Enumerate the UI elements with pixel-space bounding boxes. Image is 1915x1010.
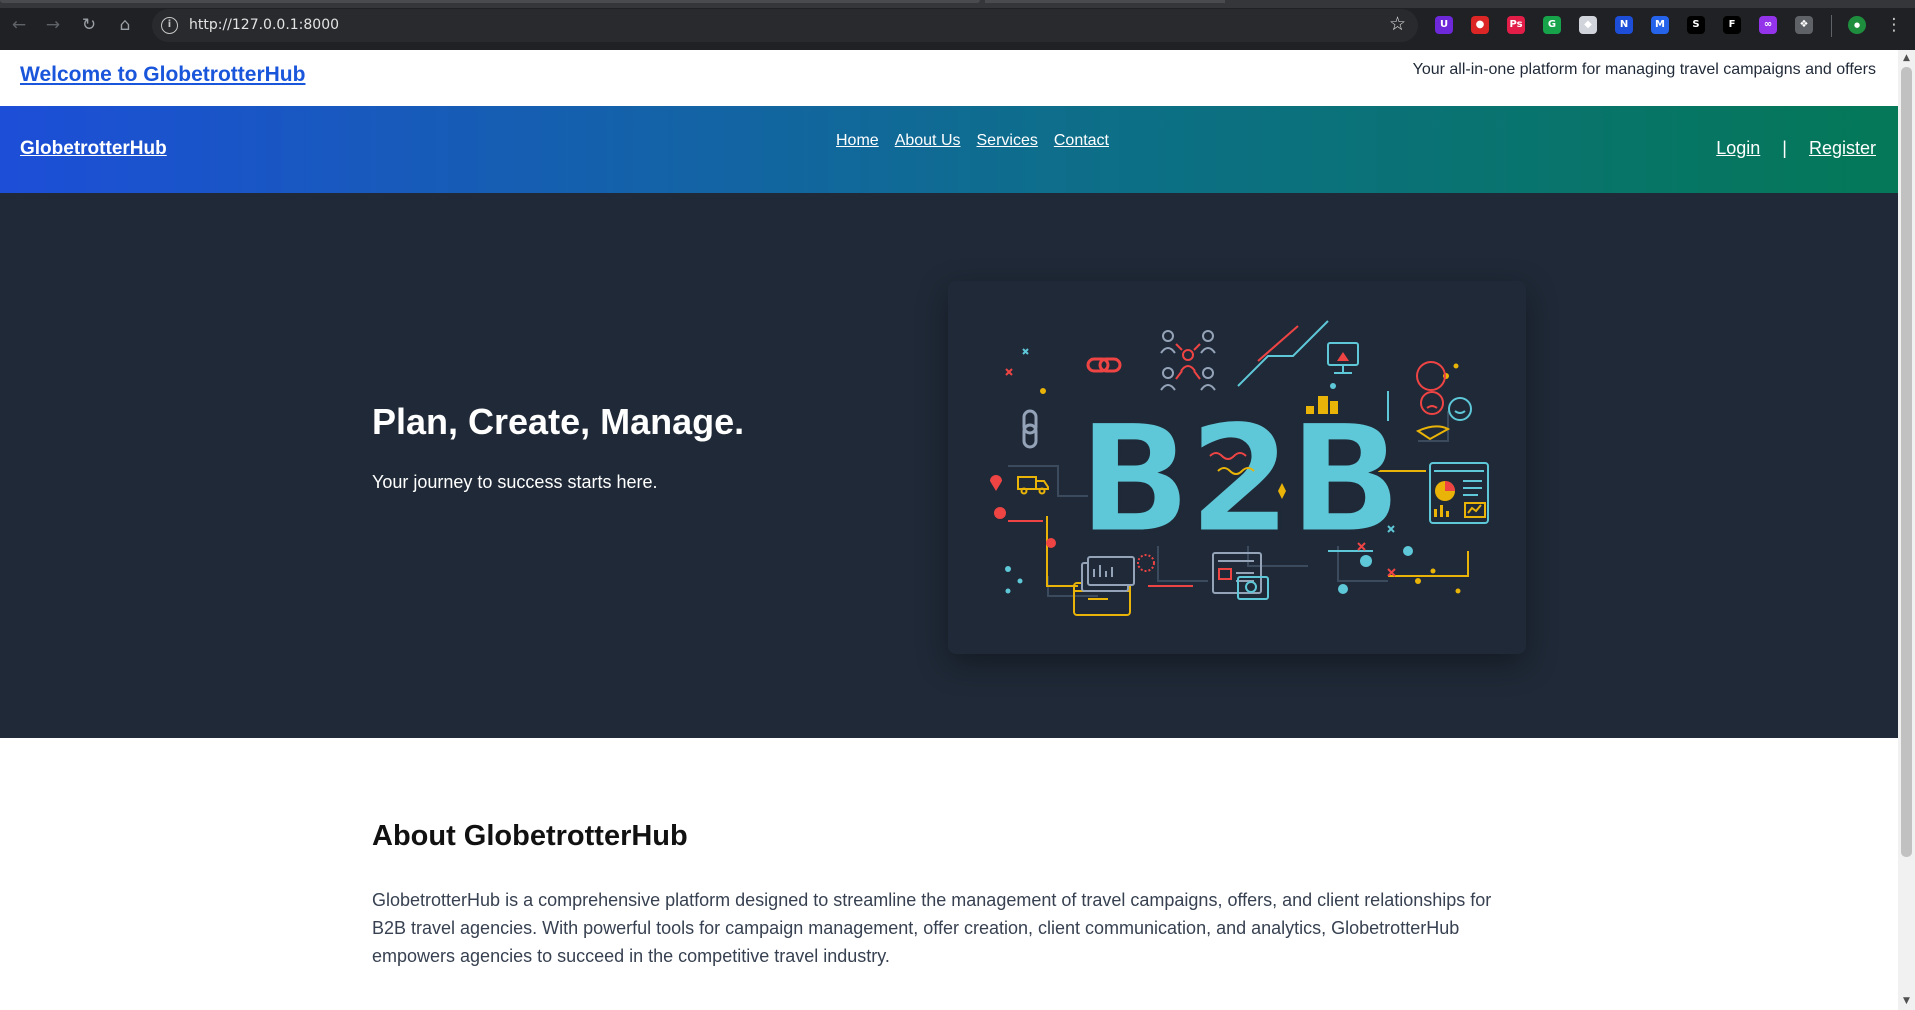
ext-10-icon[interactable]: ∞ bbox=[1759, 16, 1777, 34]
ext-2-icon[interactable]: ● bbox=[1471, 16, 1489, 34]
inactive-tab[interactable] bbox=[985, 0, 1225, 3]
ext-8-icon[interactable]: S bbox=[1687, 16, 1705, 34]
ext-9-icon[interactable]: F bbox=[1723, 16, 1741, 34]
profile-avatar-icon[interactable]: ● bbox=[1848, 16, 1866, 34]
tagline-text: Your all-in-one platform for managing tr… bbox=[1412, 61, 1876, 78]
scroll-down-arrow-icon[interactable]: ▼ bbox=[1898, 993, 1915, 1010]
ext-7-icon[interactable]: M bbox=[1651, 16, 1669, 34]
brand-link[interactable]: GlobetrotterHub bbox=[20, 138, 167, 160]
page-scrollbar[interactable]: ▲ ▼ bbox=[1898, 50, 1915, 1010]
top-bar: Welcome to GlobetrotterHub Your all-in-o… bbox=[0, 50, 1898, 106]
site-info-icon[interactable]: i bbox=[161, 17, 178, 34]
nav-contact-link[interactable]: Contact bbox=[1054, 132, 1109, 150]
hero-section: Plan, Create, Manage. Your journey to su… bbox=[0, 193, 1898, 738]
auth-separator: | bbox=[1782, 138, 1787, 158]
ext-5-icon[interactable]: ◆ bbox=[1579, 16, 1597, 34]
about-text: GlobetrotterHub is a comprehensive platf… bbox=[372, 890, 1492, 966]
scroll-up-arrow-icon[interactable]: ▲ bbox=[1898, 50, 1915, 67]
ext-1-icon[interactable]: U bbox=[1435, 16, 1453, 34]
back-icon[interactable]: ← bbox=[8, 14, 30, 36]
url-text[interactable]: http://127.0.0.1:8000 bbox=[189, 17, 339, 33]
web-page: Welcome to GlobetrotterHub Your all-in-o… bbox=[0, 50, 1898, 1010]
nav-about-link[interactable]: About Us bbox=[895, 132, 961, 150]
scrollbar-thumb[interactable] bbox=[1901, 67, 1912, 857]
tab-strip bbox=[0, 0, 1915, 8]
bookmark-star-icon[interactable]: ☆ bbox=[1389, 13, 1406, 35]
ext-3-icon[interactable]: Ps bbox=[1507, 16, 1525, 34]
welcome-link[interactable]: Welcome to GlobetrotterHub bbox=[20, 63, 305, 87]
hero-subtitle: Your journey to success starts here. bbox=[372, 472, 658, 492]
home-icon[interactable]: ⌂ bbox=[114, 14, 136, 36]
nav-home-link[interactable]: Home bbox=[836, 132, 879, 150]
register-link[interactable]: Register bbox=[1809, 138, 1876, 159]
nav-links: Home About Us Services Contact bbox=[836, 132, 1109, 150]
nav-services-link[interactable]: Services bbox=[977, 132, 1038, 150]
about-section: About GlobetrotterHub GlobetrotterHub is… bbox=[0, 738, 1898, 1010]
hero-image-b2b: B2B bbox=[948, 281, 1526, 654]
ext-11-icon[interactable]: ❖ bbox=[1795, 16, 1813, 34]
browser-menu-icon[interactable]: ⋮ bbox=[1883, 14, 1905, 36]
hero-title: Plan, Create, Manage. bbox=[372, 401, 745, 442]
b2b-text: B2B bbox=[1077, 393, 1398, 567]
forward-icon[interactable]: → bbox=[42, 14, 64, 36]
login-link[interactable]: Login bbox=[1716, 138, 1760, 159]
ext-4-icon[interactable]: G bbox=[1543, 16, 1561, 34]
main-navbar: GlobetrotterHub Home About Us Services C… bbox=[0, 106, 1898, 193]
reload-icon[interactable]: ↻ bbox=[78, 14, 100, 36]
ext-6-icon[interactable]: N bbox=[1615, 16, 1633, 34]
active-tab[interactable] bbox=[0, 0, 980, 3]
about-title: About GlobetrotterHub bbox=[372, 820, 688, 852]
browser-toolbar: ← → ↻ ⌂ i http://127.0.0.1:8000 ☆ U ● Ps G ◆… bbox=[0, 0, 1915, 50]
toolbar-divider bbox=[1831, 15, 1832, 37]
address-bar[interactable]: i http://127.0.0.1:8000 ☆ bbox=[152, 9, 1418, 42]
auth-links: Login | Register bbox=[1716, 138, 1876, 159]
